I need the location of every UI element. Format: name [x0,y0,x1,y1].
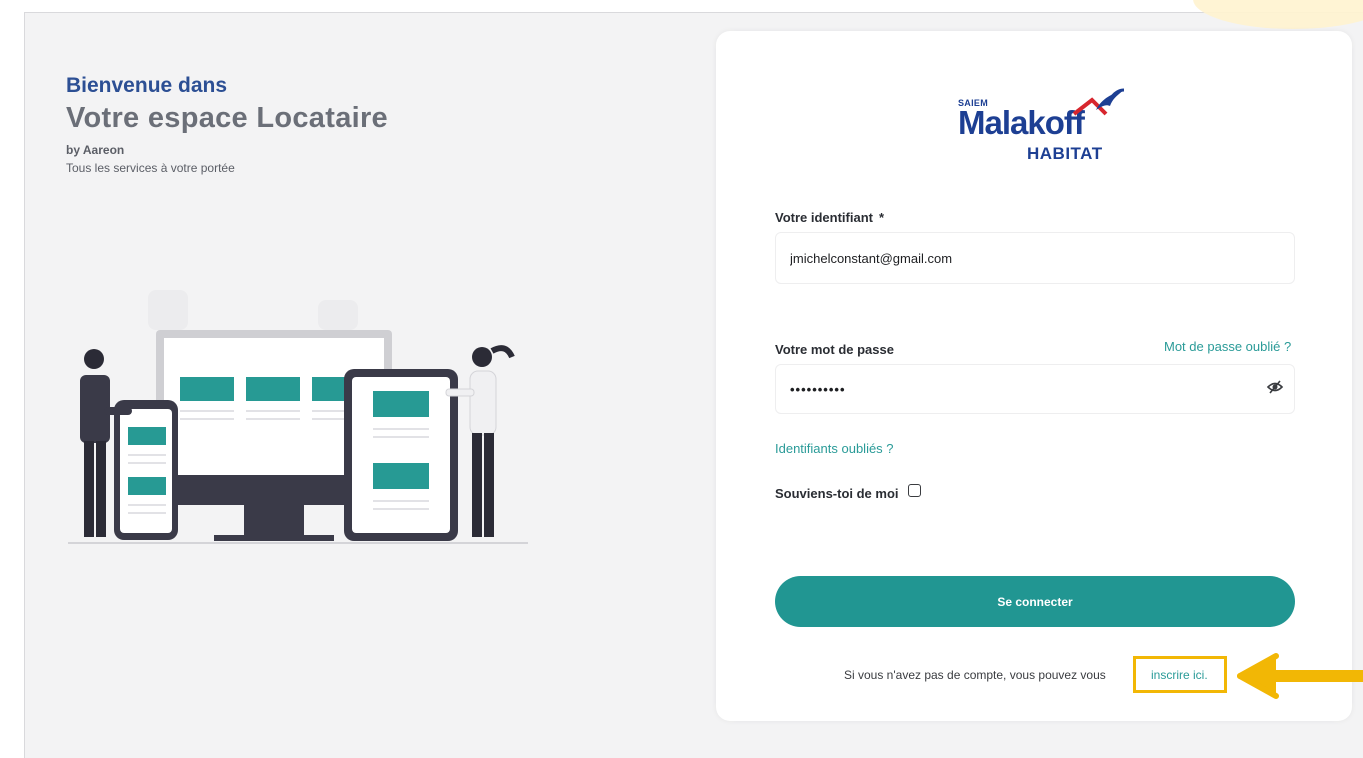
bird-roof-icon [1072,88,1125,116]
identifier-label: Votre identifiant * [775,210,885,225]
tagline: Tous les services à votre portée [66,161,235,175]
password-input[interactable] [775,364,1295,414]
identifier-input[interactable] [775,232,1295,284]
login-button[interactable]: Se connecter [775,576,1295,627]
highlight-box [1133,656,1227,693]
remember-me-label: Souviens-toi de moi [775,486,899,501]
vendor-credit: by Aareon [66,143,125,157]
eye-slash-icon[interactable] [1265,377,1285,397]
welcome-block: Bienvenue dans Votre espace Locataire by… [66,74,388,175]
brand-logo: SAIEM Malakoff HABITAT [940,88,1140,180]
remember-me-checkbox[interactable] [908,484,921,497]
password-label: Votre mot de passe [775,342,894,357]
page-title: Votre espace Locataire [66,102,388,134]
devices-illustration [68,290,528,544]
arrow-left-icon [1237,653,1363,699]
brand-name: Malakoff [958,104,1085,141]
corner-decoration [1193,0,1363,29]
welcome-heading: Bienvenue dans [66,74,228,97]
forgot-password-link[interactable]: Mot de passe oublié ? [1164,339,1291,354]
brand-subtitle: HABITAT [1027,144,1103,163]
signup-prompt: Si vous n'avez pas de compte, vous pouve… [844,668,1106,682]
forgot-identifiers-link[interactable]: Identifiants oubliés ? [775,441,894,456]
